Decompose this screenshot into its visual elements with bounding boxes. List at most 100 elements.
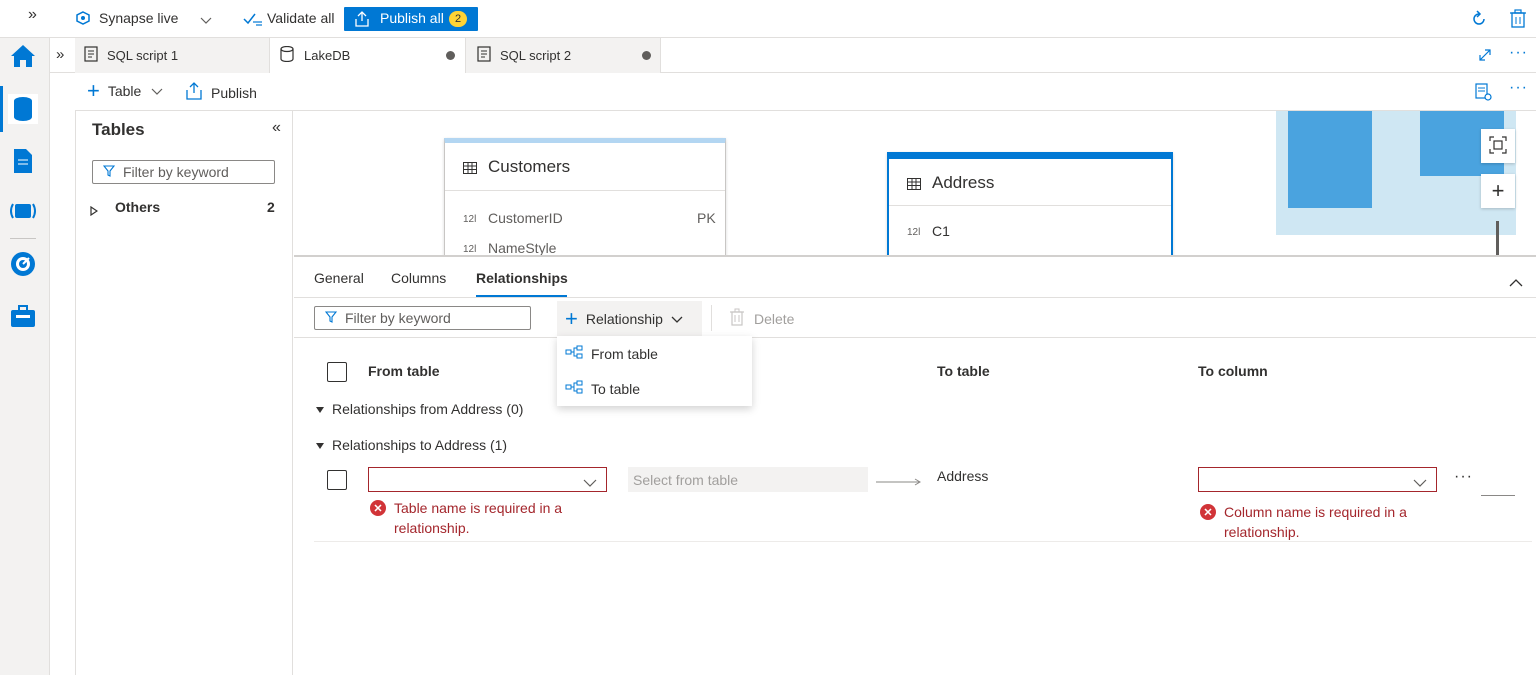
column-header-from-table: From table	[368, 363, 440, 379]
entity-customers[interactable]: Customers 12l CustomerID PK 12l NameStyl…	[444, 138, 726, 255]
from-column-placeholder: Select from table	[633, 471, 739, 488]
column-name: CustomerID	[488, 210, 563, 226]
monitor-icon[interactable]	[8, 249, 38, 279]
tab-label: LakeDB	[304, 48, 351, 63]
tree-group-others[interactable]: Others 2	[90, 199, 280, 219]
publish-all-label: Publish all	[380, 10, 444, 26]
column-drag-handle[interactable]	[913, 255, 929, 257]
delete-button[interactable]: Delete	[730, 308, 794, 329]
error-icon: ✕	[1200, 504, 1216, 520]
from-table-dropdown[interactable]	[368, 467, 607, 492]
select-all-checkbox[interactable]	[327, 362, 347, 382]
integrate-icon[interactable]	[8, 196, 38, 226]
group-label: Relationships from Address (0)	[332, 401, 524, 417]
column-name: C1	[932, 223, 950, 239]
menu-item-from-table[interactable]: From table	[557, 336, 752, 371]
publish-button[interactable]: Publish	[185, 82, 257, 103]
collapse-panel-icon[interactable]: «	[272, 119, 281, 137]
int-type-icon: 12l	[463, 244, 477, 255]
group-header-to[interactable]: Relationships to Address (1)	[316, 437, 507, 453]
data-icon[interactable]	[8, 94, 38, 124]
design-canvas[interactable]: Customers 12l CustomerID PK 12l NameStyl…	[294, 111, 1536, 257]
tables-filter-input[interactable]: Filter by keyword	[92, 160, 275, 184]
tree-group-count: 2	[267, 199, 275, 215]
menu-item-to-table[interactable]: To table	[557, 371, 752, 406]
collapse-explorer-icon[interactable]: »	[56, 46, 64, 63]
tree-group-label: Others	[115, 199, 161, 215]
chevron-down-icon[interactable]	[200, 12, 212, 28]
workspace-mode-label[interactable]: Synapse live	[99, 10, 178, 26]
develop-icon[interactable]	[8, 146, 38, 176]
entity-address[interactable]: Address 12l C1	[887, 152, 1173, 257]
primary-key-label: PK	[697, 210, 716, 226]
tab-sql-script-2[interactable]: SQL script 2	[465, 38, 661, 73]
to-column-error: ✕ Column name is required in a relations…	[1200, 502, 1420, 542]
expand-rail-icon[interactable]: »	[28, 6, 37, 24]
fit-screen-icon	[1489, 135, 1507, 157]
to-column-dropdown[interactable]	[1198, 467, 1437, 492]
plus-icon: +	[87, 78, 100, 103]
database-icon	[280, 45, 294, 65]
add-table-button[interactable]: + Table	[87, 78, 163, 103]
maximize-icon[interactable]	[1478, 48, 1492, 65]
group-label: Relationships to Address (1)	[332, 437, 508, 453]
minimap[interactable]	[1276, 111, 1516, 235]
entity-divider	[445, 190, 725, 191]
tab-label: SQL script 2	[500, 48, 572, 63]
minimap-entity	[1288, 111, 1372, 208]
discard-icon[interactable]	[1509, 9, 1527, 32]
row-checkbox[interactable]	[327, 470, 347, 490]
zoom-in-button[interactable]: +	[1481, 174, 1515, 208]
rail-divider	[10, 238, 36, 239]
tab-relationships[interactable]: Relationships	[476, 270, 568, 286]
fit-to-screen-button[interactable]	[1481, 129, 1515, 163]
home-icon[interactable]	[8, 41, 38, 71]
manage-icon[interactable]	[8, 301, 38, 331]
relationship-menu: From table To table	[557, 336, 752, 406]
relationship-icon	[565, 380, 583, 397]
left-nav-rail	[0, 38, 50, 675]
collapse-pane-icon[interactable]	[1509, 274, 1523, 290]
arrow-right-icon	[876, 474, 922, 490]
caret-down-icon	[316, 437, 324, 453]
row-trailing-line	[1481, 495, 1515, 496]
caret-right-icon	[90, 203, 99, 219]
active-rail-highlight	[0, 86, 3, 132]
publish-icon	[185, 82, 203, 103]
add-relationship-button[interactable]: + Relationship	[557, 301, 702, 336]
tables-panel-title: Tables	[92, 120, 145, 139]
details-tabs: General Columns Relationships	[294, 258, 1536, 298]
refresh-icon[interactable]	[1470, 10, 1488, 31]
tab-general[interactable]: General	[314, 270, 364, 286]
validate-all-button[interactable]: Validate all	[267, 10, 334, 26]
chevron-down-icon	[1413, 475, 1427, 491]
relationship-label: Relationship	[585, 310, 663, 327]
relationships-filter-input[interactable]: Filter by keyword	[314, 306, 531, 330]
chevron-down-icon	[583, 475, 597, 491]
group-header-from[interactable]: Relationships from Address (0)	[316, 401, 523, 417]
table-grid-icon	[463, 161, 477, 177]
table-grid-icon	[907, 177, 921, 193]
publish-all-button[interactable]: Publish all 2	[344, 7, 478, 31]
table-label: Table	[107, 83, 142, 99]
int-type-icon: 12l	[463, 214, 477, 225]
int-type-icon: 12l	[907, 227, 921, 238]
top-command-bar: » Synapse live Validate all Publish all …	[0, 0, 1536, 38]
more-options-icon[interactable]: ···	[1509, 79, 1528, 97]
validate-icon	[243, 12, 263, 29]
filter-placeholder: Filter by keyword	[345, 310, 451, 326]
tab-sql-script-1[interactable]: SQL script 1	[75, 38, 270, 73]
filter-placeholder: Filter by keyword	[123, 164, 229, 180]
from-table-error: ✕ Table name is required in a relationsh…	[370, 498, 590, 538]
properties-icon[interactable]	[1474, 83, 1492, 104]
row-bottom-border	[314, 541, 1532, 542]
column-header-to-column: To column	[1198, 363, 1268, 379]
editor-toolbar: + Table Publish ···	[75, 73, 1536, 111]
more-options-icon[interactable]: ···	[1454, 468, 1473, 486]
tab-lakedb[interactable]: LakeDB	[270, 38, 465, 73]
menu-item-label: To table	[591, 380, 641, 397]
more-options-icon[interactable]: ···	[1509, 44, 1528, 62]
zoom-slider-track[interactable]	[1496, 221, 1499, 255]
publish-icon	[354, 11, 370, 30]
tab-columns[interactable]: Columns	[391, 270, 446, 286]
